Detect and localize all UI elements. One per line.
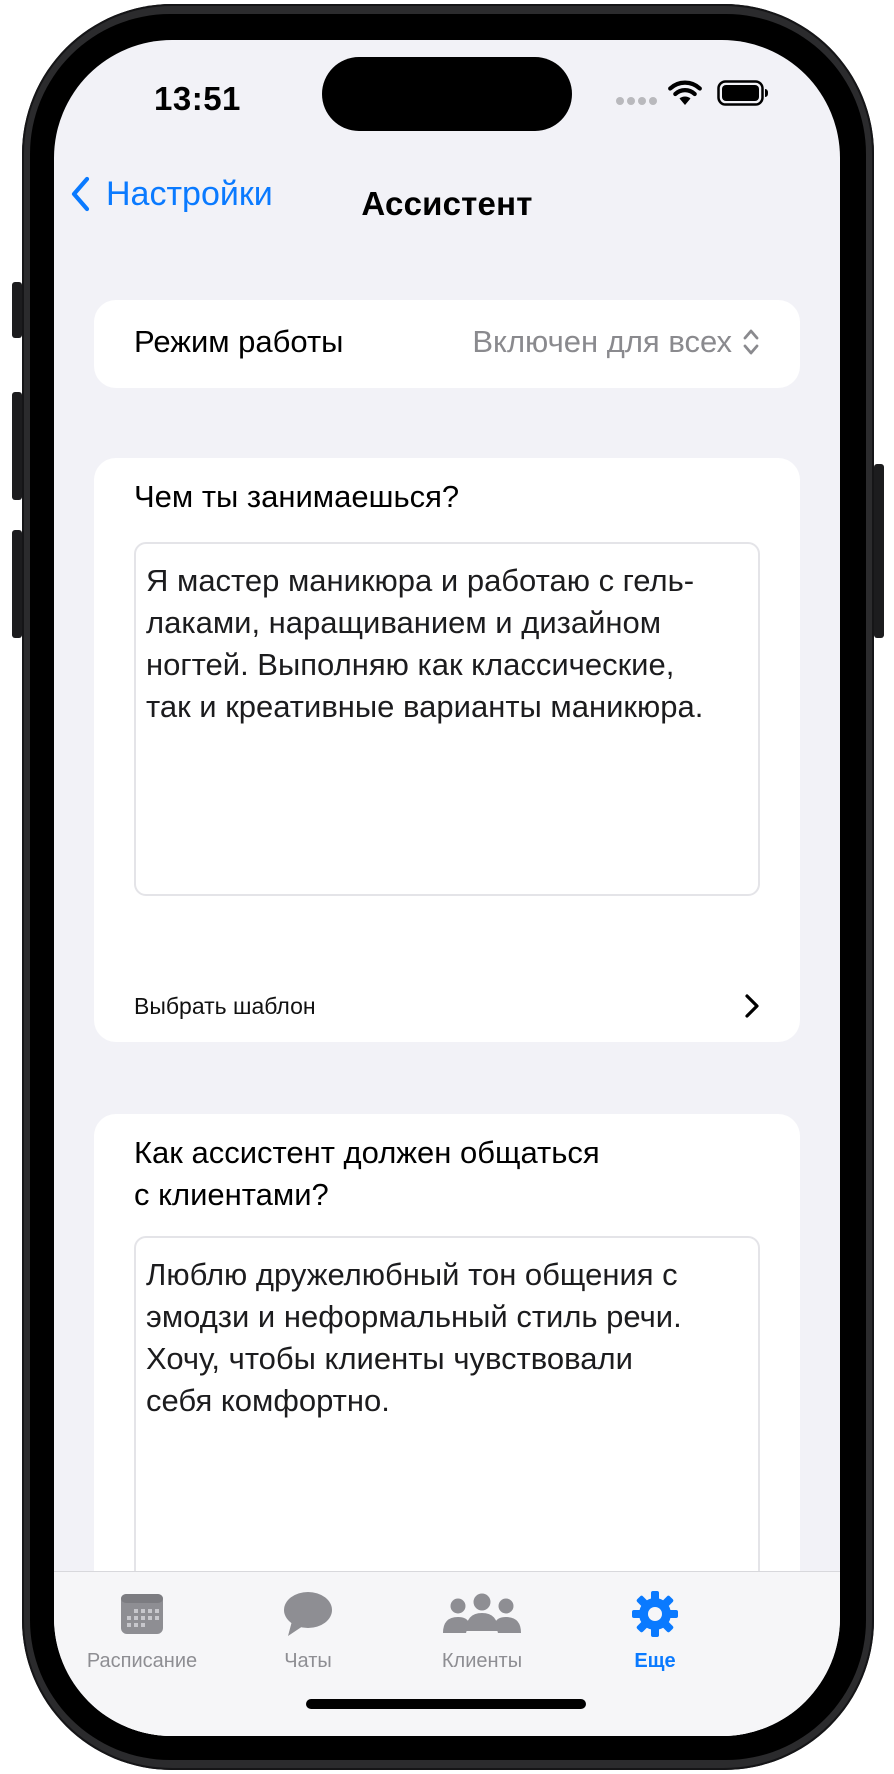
tone-question: Как ассистент должен общаться с клиентам… xyxy=(134,1135,600,1212)
mode-row: Режим работы Включен для всех xyxy=(94,300,800,388)
tab-schedule-label: Расписание xyxy=(86,1650,198,1672)
tab-chats[interactable]: Чаты xyxy=(228,1586,388,1673)
chevron-right-icon xyxy=(745,994,759,1018)
home-indicator xyxy=(306,1699,586,1709)
gear-icon xyxy=(632,1591,678,1637)
tab-chats-label: Чаты xyxy=(284,1650,332,1672)
cellular-signal-icon xyxy=(616,97,657,105)
tab-more[interactable]: Еще xyxy=(575,1586,735,1673)
battery-icon xyxy=(717,80,768,106)
wifi-icon xyxy=(668,80,702,105)
choose-template-row[interactable]: Выбрать шаблон xyxy=(134,986,760,1026)
chevron-up-down-icon xyxy=(743,329,759,355)
about-text-field[interactable]: Я мастер маникюра и работаю с гель- лака… xyxy=(134,542,760,896)
mode-label: Режим работы xyxy=(134,324,344,359)
about-question: Чем ты занимаешься? xyxy=(134,479,460,514)
screen: 13:51 Настройки Ассистент Режим работы В… xyxy=(54,40,840,1736)
calendar-icon xyxy=(121,1594,163,1634)
status-time: 13:51 xyxy=(154,80,241,117)
tab-clients[interactable]: Клиенты xyxy=(402,1586,562,1673)
mode-picker[interactable]: Включен для всех xyxy=(472,324,760,360)
tab-more-label: Еще xyxy=(634,1650,676,1672)
choose-template-label: Выбрать шаблон xyxy=(134,992,316,1019)
mode-value: Включен для всех xyxy=(472,324,732,359)
action-button xyxy=(12,282,22,338)
volume-down-button xyxy=(12,530,22,638)
page-title: Ассистент xyxy=(361,185,533,222)
dynamic-island xyxy=(322,57,572,131)
power-button xyxy=(874,464,884,638)
about-section: Чем ты занимаешься? Я мастер маникюра и … xyxy=(94,458,800,1042)
volume-up-button xyxy=(12,392,22,500)
people-icon xyxy=(443,1593,521,1633)
tab-bar: Расписание Чаты Клиенты Еще xyxy=(54,1571,840,1736)
chat-bubble-icon xyxy=(284,1592,332,1636)
tab-schedule[interactable]: Расписание xyxy=(62,1586,222,1673)
tab-clients-label: Клиенты xyxy=(441,1650,523,1672)
